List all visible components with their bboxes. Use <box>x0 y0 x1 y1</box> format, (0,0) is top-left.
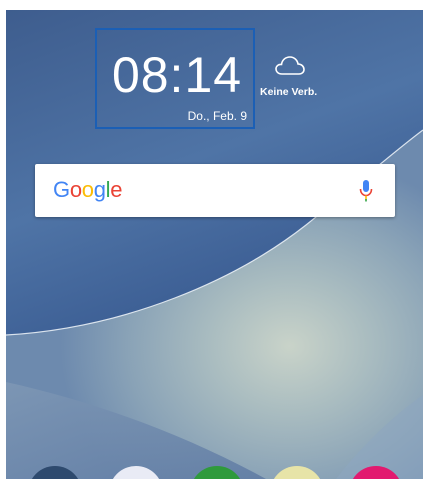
clock-widget[interactable]: 08:14 Do., Feb. 9 <box>95 28 255 129</box>
microphone-icon[interactable] <box>359 179 373 203</box>
app-icon-pink[interactable] <box>349 466 403 479</box>
home-screen: 08:14 Do., Feb. 9 Keine Verb. Google <box>6 10 423 479</box>
clock-date: Do., Feb. 9 <box>187 109 247 123</box>
cloud-icon <box>275 56 305 75</box>
weather-status: Keine Verb. <box>260 86 318 98</box>
google-logo: Google <box>53 176 122 204</box>
app-icon-light[interactable] <box>109 466 163 479</box>
google-logo-letter: o <box>81 177 94 202</box>
weather-widget[interactable]: Keine Verb. <box>260 50 334 110</box>
google-logo-letter: g <box>93 177 106 202</box>
clock-time: 08:14 <box>111 47 243 103</box>
app-icon-dark[interactable] <box>28 466 82 479</box>
google-logo-letter: o <box>69 177 82 202</box>
google-logo-letter: e <box>110 177 123 202</box>
app-icon-green[interactable] <box>190 466 244 479</box>
dock <box>6 466 423 479</box>
google-logo-letter: G <box>53 177 70 202</box>
app-icon-yellow[interactable] <box>270 466 324 479</box>
google-search-bar[interactable]: Google <box>35 164 395 217</box>
